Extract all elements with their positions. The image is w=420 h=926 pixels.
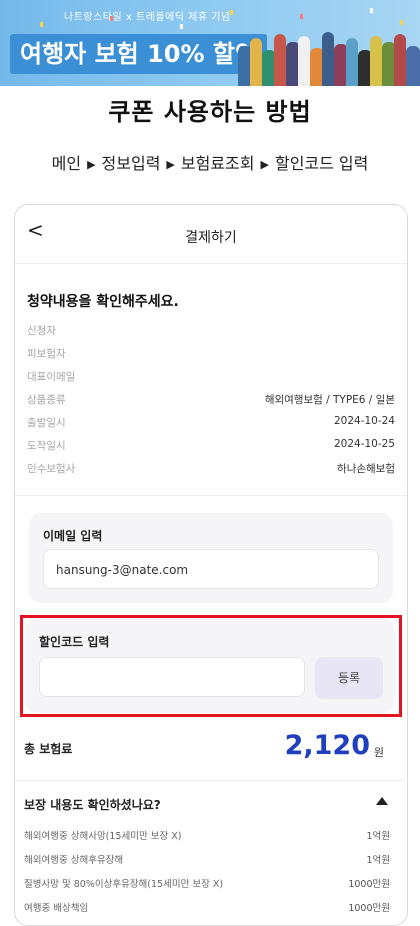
step-2: 정보입력 <box>101 154 161 173</box>
banner-subtitle: 나트랑스타일 x 트레블에딕 제휴 기념 <box>64 12 231 23</box>
checkout-title: 결제하기 <box>185 230 237 246</box>
info-key: 피보험자 <box>27 348 66 360</box>
info-key: 상품종류 <box>27 394 66 406</box>
promo-banner: 나트랑스타일 x 트레블에딕 제휴 기념 여행자 보험 10% 할인 <box>0 0 420 86</box>
info-key: 대표이메일 <box>27 371 76 383</box>
info-row-product: 상품종류 해외여행보험 / TYPE6 / 일본 <box>27 392 395 408</box>
step-arrow-icon: ▶ <box>166 158 175 171</box>
section-divider <box>15 495 407 496</box>
info-value: 2024-10-25 <box>333 438 395 450</box>
info-key: 인수보험사 <box>27 463 76 475</box>
coverage-key: 해외여행중 상해사망(15세미만 보장 X) <box>24 831 182 842</box>
info-value: 2024-10-24 <box>333 415 395 427</box>
coverage-key: 여행중 배상책임 <box>24 903 89 914</box>
total-divider <box>15 780 405 781</box>
collapse-caret-icon[interactable] <box>376 797 388 805</box>
info-value: 해외여행보험 / TYPE6 / 일본 <box>264 394 395 406</box>
info-row-arrival: 도착일시 2024-10-25 <box>27 438 395 454</box>
coverage-key: 해외여행중 상해후유장해 <box>24 855 124 866</box>
coverage-row: 해외여행중 상해사망(15세미만 보장 X) 1억원 <box>24 828 390 844</box>
coverage-value: 1억원 <box>366 855 390 866</box>
header-divider <box>15 263 407 264</box>
info-key: 도착일시 <box>27 440 66 452</box>
info-key: 신청자 <box>27 325 56 337</box>
coverage-value: 1억원 <box>366 831 390 842</box>
coverage-title: 보장 내용도 확인하셨나요? <box>24 798 161 812</box>
guide-title: 쿠폰 사용하는 방법 <box>108 98 312 126</box>
step-breadcrumb: 메인 ▶ 정보입력 ▶ 보험료조회 ▶ 할인코드 입력 <box>0 150 420 174</box>
info-key: 출발일시 <box>27 417 66 429</box>
phone-screen: < 결제하기 청약내용을 확인해주세요. 신청자 피보험자 대표이메일 상품종류… <box>14 204 408 926</box>
info-value: 하나손해보험 <box>337 463 395 475</box>
checkout-header: < 결제하기 <box>15 205 407 265</box>
coverage-value: 1000만원 <box>348 879 390 890</box>
coverage-row: 해외여행중 상해후유장해 1억원 <box>24 852 390 868</box>
coverage-row: 질병사망 및 80%이상후유장해(15세미만 보장 X) 1000만원 <box>24 876 390 892</box>
step-3: 보험료조회 <box>180 154 255 173</box>
coverage-value: 1000만원 <box>348 903 390 914</box>
step-1: 메인 <box>51 154 82 173</box>
coverage-key: 질병사망 및 80%이상후유장해(15세미만 보장 X) <box>24 879 224 890</box>
email-label: 이메일 입력 <box>43 529 103 543</box>
email-card: 이메일 입력 hansung-3@nate.com <box>29 513 393 603</box>
info-row-departure: 출발일시 2024-10-24 <box>27 415 395 431</box>
info-row-insurer: 인수보험사 하나손해보험 <box>27 461 395 477</box>
highlight-box <box>20 615 402 717</box>
step-arrow-icon: ▶ <box>87 158 96 171</box>
total-unit: 원 <box>373 746 384 759</box>
info-row-email: 대표이메일 <box>27 369 395 385</box>
info-row-insured: 피보험자 <box>27 346 395 362</box>
total-label: 총 보험료 <box>24 742 73 756</box>
confirm-heading: 청약내용을 확인해주세요. <box>27 294 179 310</box>
info-row-applicant: 신청자 <box>27 323 395 339</box>
email-field[interactable]: hansung-3@nate.com <box>43 549 379 589</box>
step-4: 할인코드 입력 <box>274 154 369 173</box>
step-arrow-icon: ▶ <box>260 158 269 171</box>
banner-title: 여행자 보험 10% 할인 <box>10 34 268 74</box>
crowd-illustration <box>238 20 420 86</box>
total-amount: 2,120 <box>284 730 370 761</box>
